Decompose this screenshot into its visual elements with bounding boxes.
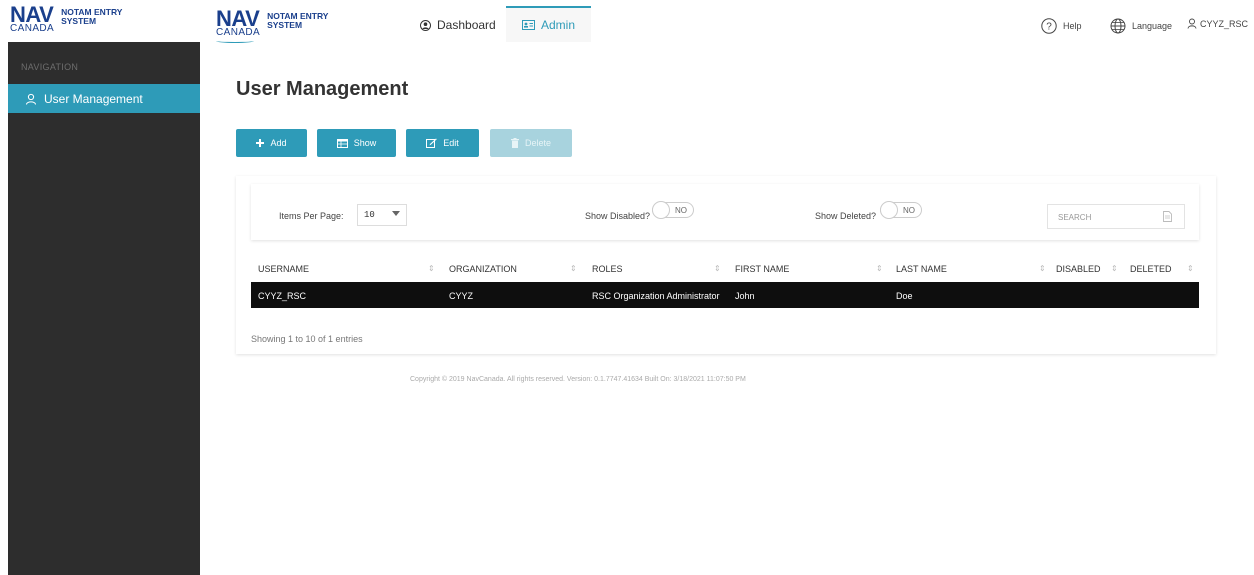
sort-icon[interactable]: ⇕ — [428, 264, 435, 273]
language-label: Language — [1132, 21, 1173, 31]
column-header-roles[interactable]: ROLES — [592, 264, 623, 274]
help-icon: ? — [1041, 18, 1057, 34]
help-label: Help — [1063, 21, 1082, 31]
table-header: USERNAME ⇕ ORGANIZATION ⇕ ROLES ⇕ FIRST … — [251, 259, 1199, 281]
show-deleted-toggle[interactable]: NO — [880, 201, 922, 219]
top-bar: NAV CANADA NOTAM ENTRY SYSTEM Dashboard … — [200, 0, 1254, 43]
cell-roles: RSC Organization Administrator — [592, 291, 720, 301]
language-selector[interactable]: Language — [1110, 18, 1172, 34]
sort-icon[interactable]: ⇕ — [1039, 264, 1046, 273]
column-header-username[interactable]: USERNAME — [258, 264, 309, 274]
logo-line-2: SYSTEM — [267, 20, 303, 30]
dashboard-icon — [420, 19, 431, 31]
sort-icon[interactable]: ⇕ — [1111, 264, 1118, 273]
logo-line-2: SYSTEM — [61, 16, 97, 26]
sidebar: NAV CANADA NOTAM ENTRY SYSTEM NAVIGATION… — [8, 0, 200, 575]
tab-dashboard-label: Dashboard — [437, 18, 496, 32]
globe-icon — [1110, 18, 1126, 34]
edit-button[interactable]: Edit — [406, 129, 479, 157]
logo-country: CANADA — [10, 23, 55, 34]
search-input[interactable]: SEARCH — [1047, 204, 1185, 229]
help-link[interactable]: ? Help — [1041, 18, 1082, 34]
column-header-disabled[interactable]: DISABLED — [1056, 264, 1101, 274]
delete-button[interactable]: Delete — [490, 129, 572, 157]
navigation-heading: NAVIGATION — [21, 62, 79, 72]
nav-canada-logo: NAV CANADA NOTAM ENTRY SYSTEM — [10, 2, 122, 34]
show-deleted-label: Show Deleted? — [815, 211, 877, 221]
cell-username: CYYZ_RSC — [258, 291, 307, 301]
show-deleted-value: NO — [903, 206, 915, 215]
header-logo: NAV CANADA NOTAM ENTRY SYSTEM — [216, 6, 328, 43]
logo-word: NAV — [216, 6, 260, 31]
footer-copyright: Copyright © 2019 NavCanada. All rights r… — [410, 376, 746, 383]
search-placeholder: SEARCH — [1058, 213, 1092, 222]
cell-organization: CYYZ — [449, 291, 474, 301]
delete-button-label: Delete — [524, 138, 551, 148]
sort-icon[interactable]: ⇕ — [1187, 264, 1194, 273]
show-button-label: Show — [353, 138, 377, 148]
user-icon — [1187, 18, 1197, 29]
show-disabled-label: Show Disabled? — [585, 211, 651, 221]
show-disabled-toggle[interactable]: NO — [652, 201, 694, 219]
sort-icon[interactable]: ⇕ — [570, 264, 577, 273]
column-header-first-name[interactable]: FIRST NAME — [735, 264, 789, 274]
page-title: User Management — [236, 78, 409, 100]
cell-first-name: John — [735, 291, 755, 301]
column-header-organization[interactable]: ORGANIZATION — [449, 264, 517, 274]
table-summary: Showing 1 to 10 of 1 entries — [251, 334, 363, 344]
sidebar-logo: NAV CANADA NOTAM ENTRY SYSTEM — [8, 0, 200, 42]
document-search-icon — [1163, 211, 1172, 222]
tab-dashboard[interactable]: Dashboard — [420, 8, 496, 42]
sidebar-item-label: User Management — [44, 91, 143, 106]
sidebar-item-user-management[interactable]: User Management — [8, 84, 200, 113]
table-icon — [336, 138, 348, 148]
edit-button-label: Edit — [443, 138, 459, 148]
items-per-page-select[interactable]: 10 — [357, 204, 407, 226]
show-button[interactable]: Show — [317, 129, 396, 157]
caret-down-icon — [392, 211, 400, 216]
items-per-page-label: Items Per Page: — [279, 211, 344, 221]
sort-icon[interactable]: ⇕ — [714, 264, 721, 273]
items-per-page-value: 10 — [364, 210, 375, 220]
user-table-card: Items Per Page: 10 Show Disabled? NO Sho… — [236, 176, 1216, 354]
user-menu[interactable]: CYYZ_RSC — [1187, 18, 1248, 29]
show-disabled-value: NO — [675, 206, 687, 215]
svg-text:?: ? — [1046, 22, 1052, 33]
logo-country: CANADA — [216, 27, 261, 38]
users-table: USERNAME ⇕ ORGANIZATION ⇕ ROLES ⇕ FIRST … — [251, 259, 1199, 308]
toggle-knob — [652, 201, 670, 219]
plus-icon — [256, 139, 265, 147]
trash-icon — [510, 138, 519, 148]
filter-bar: Items Per Page: 10 Show Disabled? NO Sho… — [251, 184, 1199, 240]
table-row[interactable]: CYYZ_RSC CYYZ RSC Organization Administr… — [251, 282, 1199, 308]
cell-last-name: Doe — [896, 291, 913, 301]
column-header-deleted[interactable]: DELETED — [1130, 264, 1172, 274]
column-header-last-name[interactable]: LAST NAME — [896, 264, 947, 274]
logo-swoosh — [216, 39, 254, 43]
sort-icon[interactable]: ⇕ — [876, 264, 883, 273]
logo-word: NAV — [10, 2, 54, 27]
user-icon — [25, 93, 37, 105]
logo-system-name: NOTAM ENTRY SYSTEM — [61, 8, 122, 26]
toggle-knob — [880, 201, 898, 219]
user-name: CYYZ_RSC — [1200, 18, 1249, 29]
logo-system-name: NOTAM ENTRY SYSTEM — [267, 12, 328, 30]
tab-admin-label: Admin — [541, 18, 576, 32]
add-button-label: Add — [270, 138, 287, 148]
id-card-icon — [522, 20, 535, 30]
add-button[interactable]: Add — [236, 129, 307, 157]
edit-icon — [426, 138, 438, 148]
tab-admin[interactable]: Admin — [506, 6, 592, 42]
